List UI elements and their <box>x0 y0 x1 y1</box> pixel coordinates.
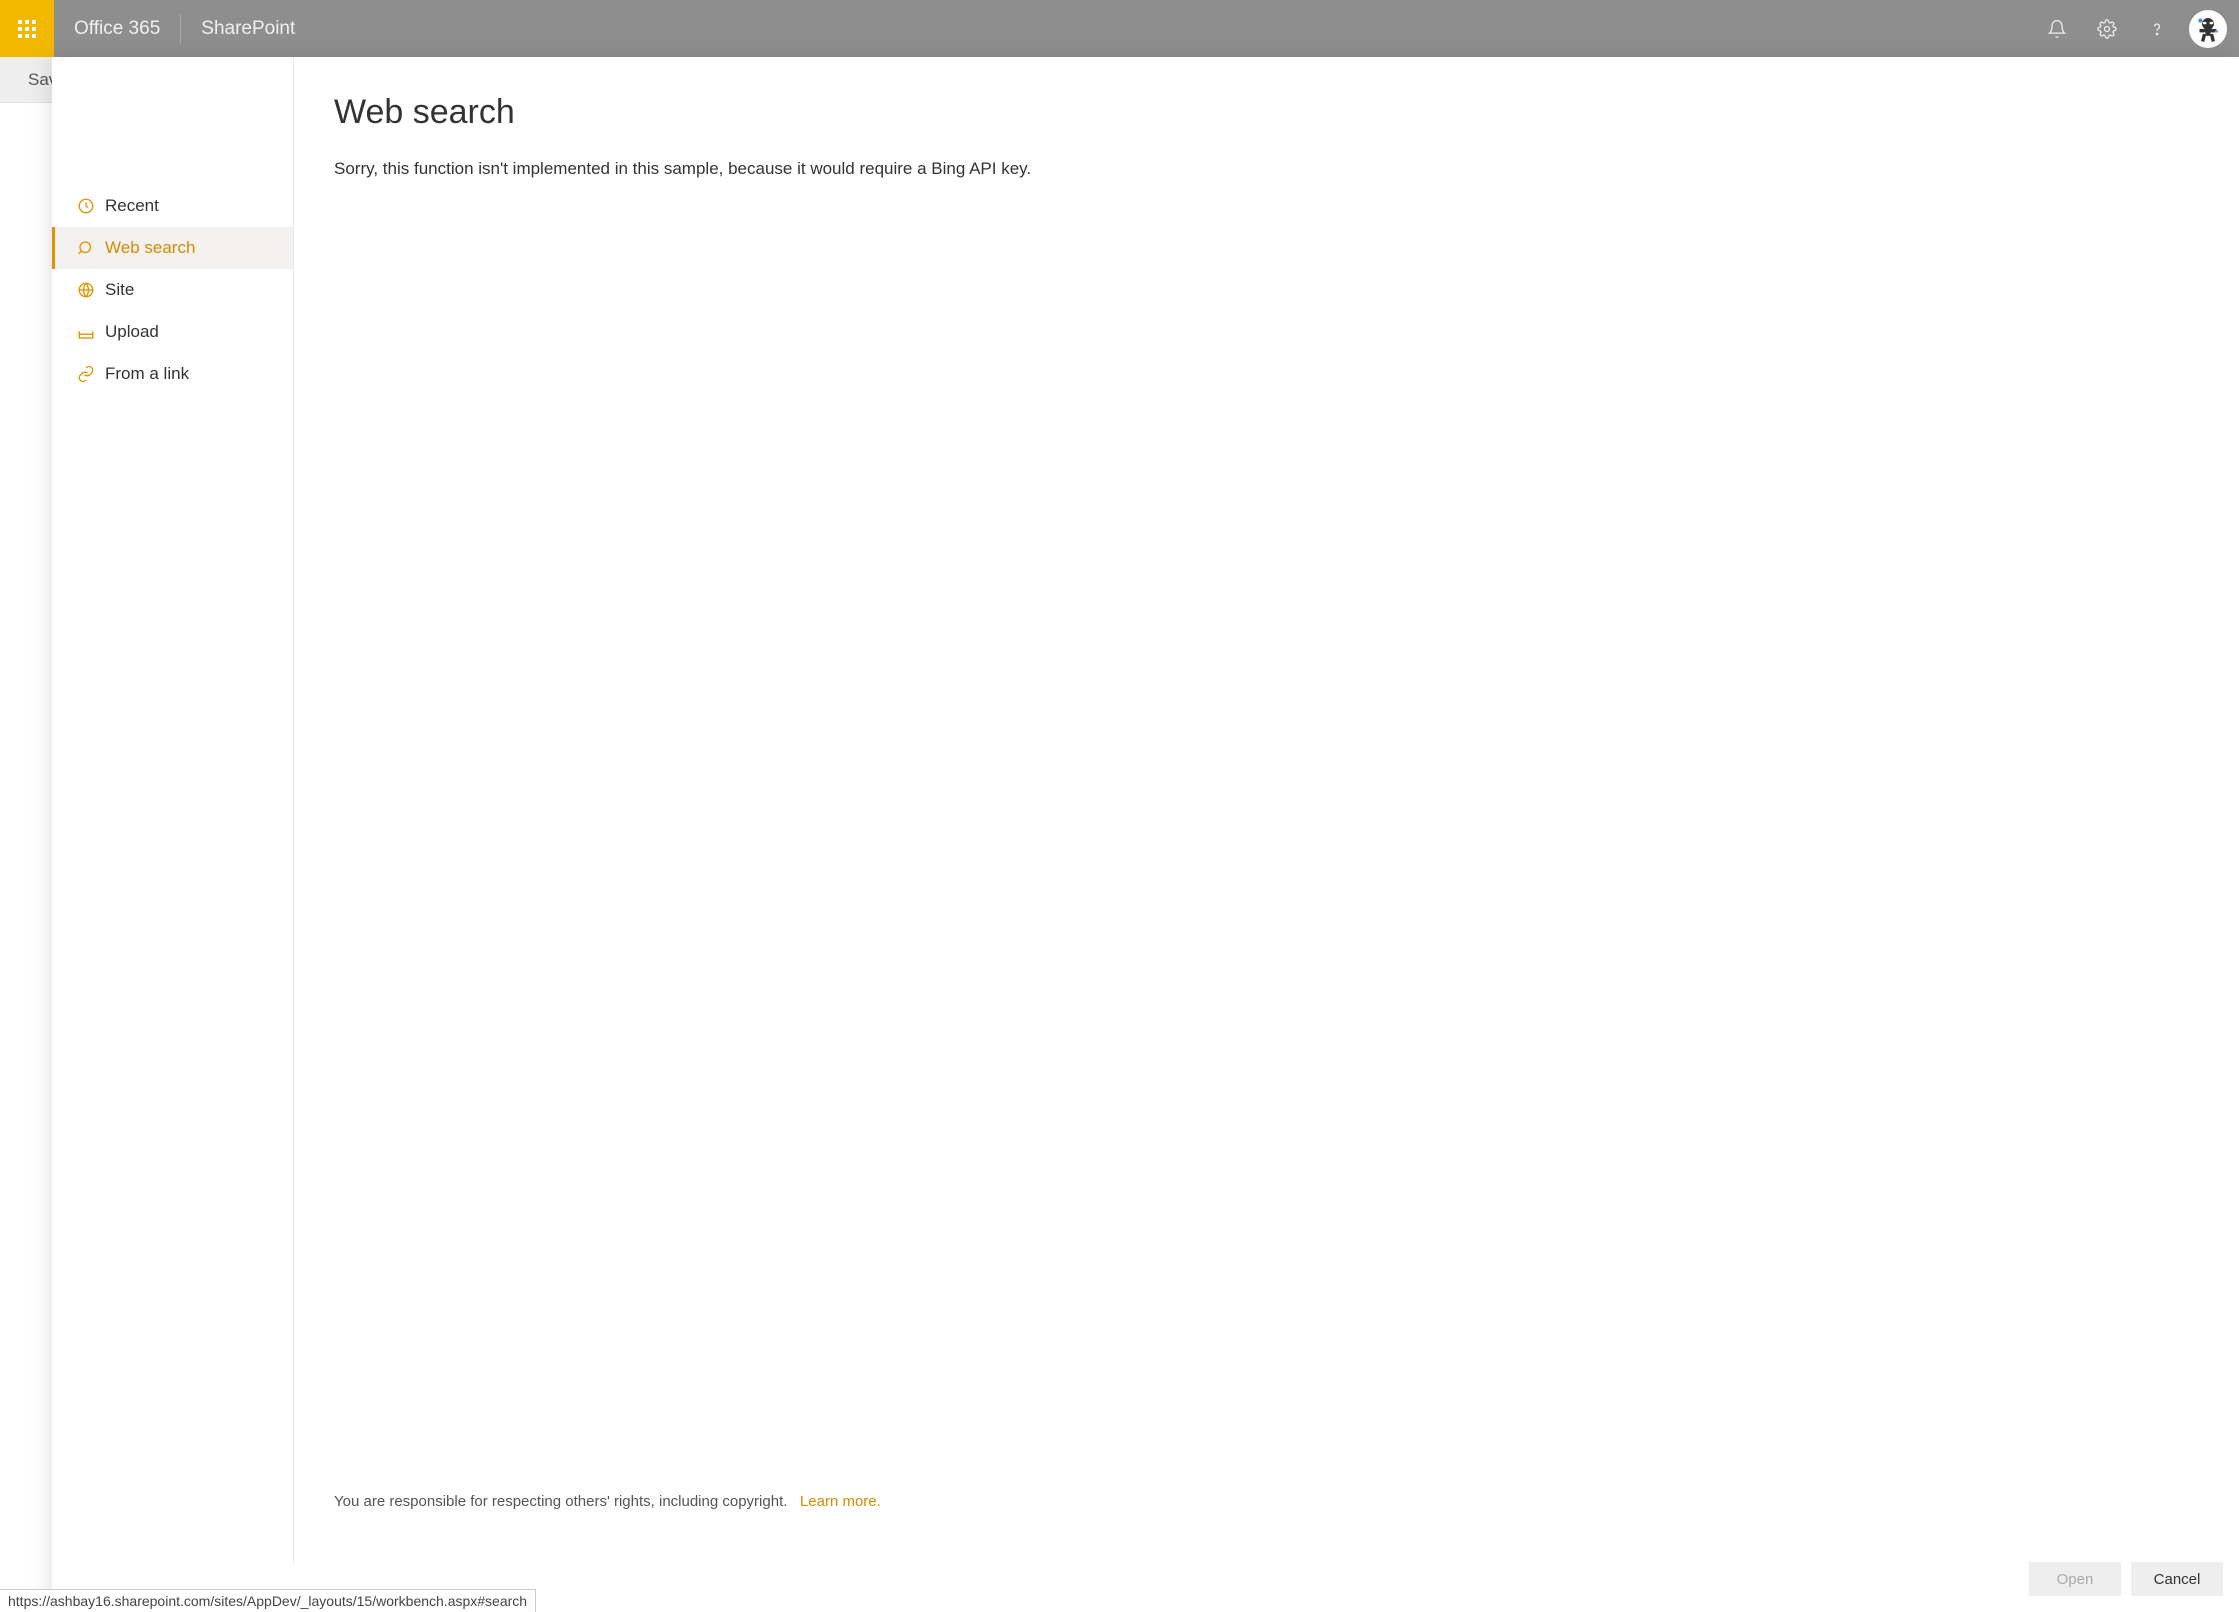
brand-office[interactable]: Office 365 <box>54 18 180 40</box>
picker-main: Web search Sorry, this function isn't im… <box>294 57 2239 1562</box>
gear-icon <box>2097 19 2117 39</box>
learn-more-link[interactable]: Learn more. <box>800 1493 881 1510</box>
picker-sidebar: Recent Web search <box>52 57 294 1562</box>
link-icon <box>77 365 95 383</box>
sidebar-item-upload[interactable]: Upload <box>52 311 293 353</box>
copyright-text: You are responsible for respecting other… <box>334 1493 787 1510</box>
sidebar-item-recent[interactable]: Recent <box>52 185 293 227</box>
suite-actions <box>2035 7 2239 51</box>
sidebar-item-site[interactable]: Site <box>52 269 293 311</box>
sidebar-item-label: Site <box>105 280 134 300</box>
brand-section: Office 365 SharePoint <box>54 0 315 57</box>
notifications-button[interactable] <box>2035 7 2079 51</box>
help-icon <box>2147 19 2167 39</box>
sidebar-item-label: Upload <box>105 322 159 342</box>
waffle-icon <box>18 20 36 38</box>
help-button[interactable] <box>2135 7 2179 51</box>
page-message: Sorry, this function isn't implemented i… <box>334 156 2199 182</box>
page-title: Web search <box>334 93 2199 132</box>
avatar-icon <box>2191 12 2225 46</box>
sidebar-item-label: Web search <box>105 238 195 258</box>
sidebar-item-label: From a link <box>105 364 189 384</box>
settings-button[interactable] <box>2085 7 2129 51</box>
bell-icon <box>2047 19 2067 39</box>
globe-icon <box>77 281 95 299</box>
sidebar-item-label: Recent <box>105 196 159 216</box>
avatar[interactable] <box>2189 10 2227 48</box>
sidebar-item-from-link[interactable]: From a link <box>52 353 293 395</box>
browser-status-bar: https://ashbay16.sharepoint.com/sites/Ap… <box>0 1589 536 1612</box>
file-picker-dialog: Recent Web search <box>52 57 2239 1612</box>
suite-header: Office 365 SharePoint <box>0 0 2239 57</box>
app-launcher-button[interactable] <box>0 0 54 57</box>
copyright-row: You are responsible for respecting other… <box>334 1493 2199 1526</box>
brand-sharepoint[interactable]: SharePoint <box>181 18 315 40</box>
search-icon <box>77 239 95 257</box>
sidebar-item-web-search[interactable]: Web search <box>52 227 293 269</box>
upload-icon <box>77 323 95 341</box>
cancel-button[interactable]: Cancel <box>2131 1562 2223 1596</box>
clock-icon <box>77 197 95 215</box>
open-button[interactable]: Open <box>2029 1562 2121 1596</box>
